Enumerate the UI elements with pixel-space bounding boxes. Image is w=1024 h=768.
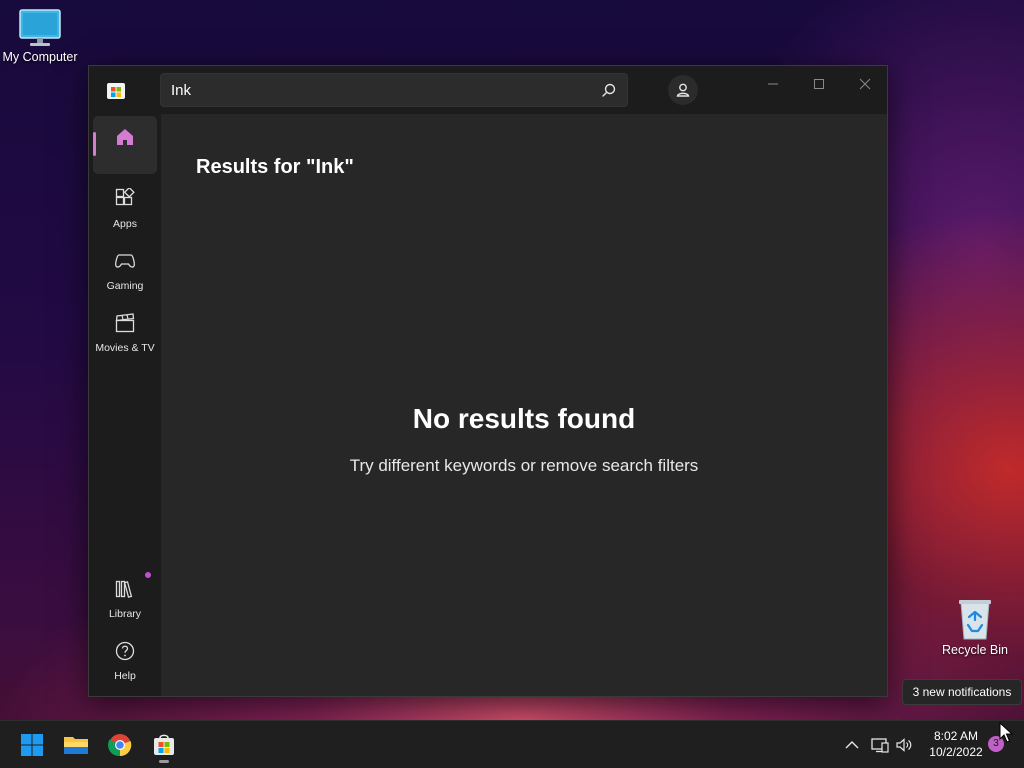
minimize-icon (768, 83, 778, 85)
network-icon (871, 738, 889, 753)
empty-state-title: No results found (412, 403, 636, 434)
minimize-button[interactable] (753, 72, 793, 96)
sidebar-item-movies-tv[interactable]: Movies & TV (93, 302, 157, 360)
clock-time: 8:02 AM (933, 729, 979, 743)
store-logo-icon (107, 83, 125, 99)
sidebar-item-apps[interactable]: Apps (93, 178, 157, 236)
sidebar-item-library[interactable]: Library (93, 568, 157, 626)
windows-logo-icon (21, 734, 43, 756)
home-icon (117, 129, 133, 145)
mouse-cursor-icon (999, 722, 1013, 743)
sidebar-item-label: Gaming (106, 280, 144, 292)
library-icon (115, 580, 133, 598)
results-pane: Results for "Ink" No results found Try d… (161, 114, 887, 696)
apps-icon (115, 188, 135, 206)
taskbar: 8:02 AM 10/2/2022 3 (0, 720, 1024, 768)
notification-toast[interactable]: 3 new notifications (902, 679, 1022, 705)
start-button[interactable] (14, 727, 50, 763)
page-title: Results for "Ink" (196, 156, 354, 178)
monitor-icon (19, 9, 61, 46)
chrome-icon (108, 734, 132, 757)
gamepad-icon (115, 254, 135, 268)
recycle-bin-desktop-icon[interactable]: Recycle Bin (935, 597, 1015, 657)
my-computer-desktop-icon[interactable]: My Computer (0, 8, 80, 64)
sidebar: Apps Gaming Movies & TV Library Help (89, 114, 161, 696)
my-computer-label: My Computer (2, 50, 78, 64)
clapperboard-icon (115, 313, 135, 333)
search-icon[interactable] (601, 82, 617, 98)
folder-icon (64, 737, 88, 754)
network-button[interactable] (870, 735, 890, 755)
search-input[interactable] (171, 74, 581, 106)
update-badge (145, 572, 151, 578)
sidebar-item-label: Movies & TV (95, 342, 155, 354)
active-indicator (93, 132, 96, 156)
recycle-bin-label: Recycle Bin (942, 643, 1008, 657)
clock-button[interactable]: 8:02 AM 10/2/2022 (920, 728, 992, 760)
sidebar-item-home[interactable] (93, 116, 157, 174)
title-bar (89, 66, 887, 114)
sidebar-item-help[interactable]: Help (93, 630, 157, 688)
chevron-up-icon (845, 741, 859, 749)
speaker-icon (896, 738, 912, 752)
store-icon (154, 734, 174, 755)
help-icon (115, 641, 135, 661)
chrome-button[interactable] (102, 727, 138, 763)
clock-date: 10/2/2022 (929, 745, 983, 759)
file-explorer-button[interactable] (58, 727, 94, 763)
sidebar-item-gaming[interactable]: Gaming (93, 240, 157, 298)
account-icon (676, 83, 690, 97)
recycle-bin-icon (959, 600, 991, 640)
volume-button[interactable] (894, 735, 914, 755)
close-button[interactable] (845, 72, 885, 96)
search-box (160, 73, 628, 107)
sidebar-item-label: Help (114, 670, 136, 682)
running-indicator (159, 760, 169, 763)
maximize-button[interactable] (799, 72, 839, 96)
show-hidden-icons-button[interactable] (842, 735, 862, 755)
maximize-icon (814, 79, 824, 89)
store-window: Apps Gaming Movies & TV Library (88, 65, 888, 697)
store-taskbar-button[interactable] (146, 727, 182, 763)
account-button[interactable] (668, 75, 698, 105)
empty-state-subtitle: Try different keywords or remove search … (349, 456, 699, 475)
close-icon (859, 78, 871, 90)
sidebar-item-label: Library (108, 608, 142, 620)
sidebar-item-label: Apps (113, 218, 137, 230)
